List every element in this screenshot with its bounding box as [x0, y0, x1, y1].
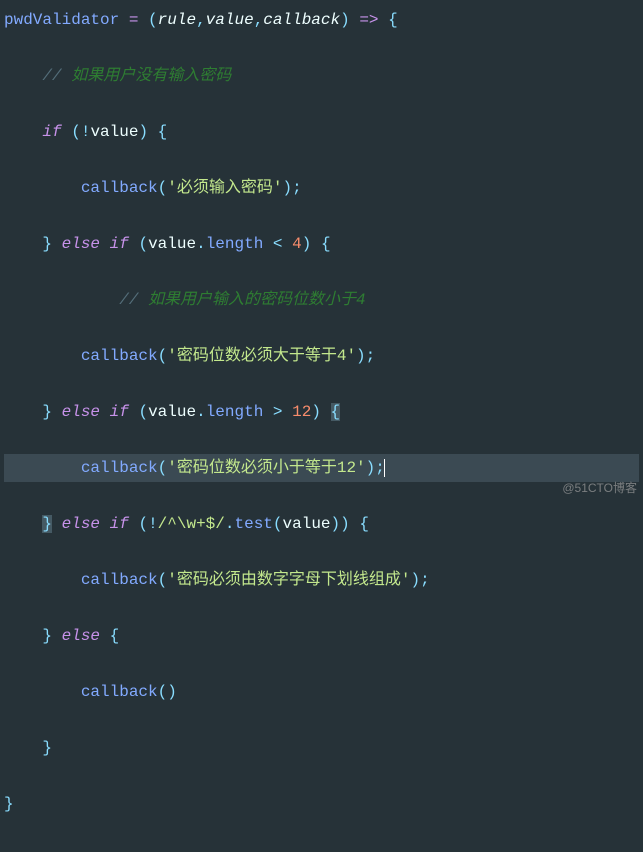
code-line: if (!value) { — [4, 118, 639, 146]
function-name: pwdValidator — [4, 11, 119, 29]
code-line: } else if (value.length < 4) { — [4, 230, 639, 258]
code-line-highlighted: callback('密码位数必须小于等于12'); — [4, 454, 639, 482]
code-line: } — [4, 790, 639, 818]
code-line: } else if (value.length > 12) { — [4, 398, 639, 426]
text-cursor — [384, 459, 385, 477]
code-line: callback('必须输入密码'); — [4, 174, 639, 202]
code-block: pwdValidator = (rule,value,callback) => … — [0, 0, 643, 852]
comment-text: 如果用户没有输入密码 — [71, 67, 231, 85]
operator: = — [129, 11, 139, 29]
code-line: pwdValidator = (rule,value,callback) => … — [4, 6, 639, 34]
arrow: => — [359, 11, 378, 29]
code-line: // 如果用户没有输入密码 — [4, 62, 639, 90]
code-line: } — [4, 734, 639, 762]
code-line: } else if (!/^\w+$/.test(value)) { — [4, 510, 639, 538]
code-line: // 如果用户输入的密码位数小于4 — [4, 286, 639, 314]
comment-text: 如果用户输入的密码位数小于4 — [148, 291, 366, 309]
code-line: callback('密码位数必须大于等于4'); — [4, 342, 639, 370]
brace-match-open: { — [331, 403, 341, 421]
code-line: callback('密码必须由数字字母下划线组成'); — [4, 566, 639, 594]
code-line: callback() — [4, 678, 639, 706]
comment-marker: // — [119, 291, 148, 309]
comment-marker: // — [42, 67, 71, 85]
watermark-text: @51CTO博客 — [562, 478, 637, 499]
code-line: } else { — [4, 622, 639, 650]
brace-match-close: } — [42, 515, 52, 533]
